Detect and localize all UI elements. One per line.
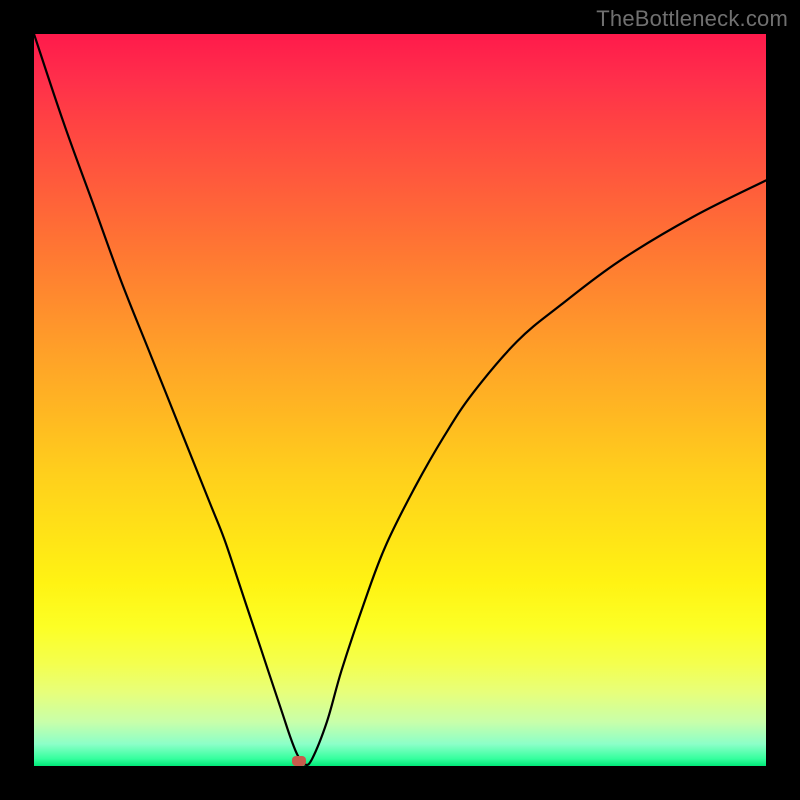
chart-frame: TheBottleneck.com — [0, 0, 800, 800]
bottleneck-curve — [34, 34, 766, 766]
watermark-text: TheBottleneck.com — [596, 6, 788, 32]
plot-area — [34, 34, 766, 766]
minimum-marker — [292, 756, 306, 766]
